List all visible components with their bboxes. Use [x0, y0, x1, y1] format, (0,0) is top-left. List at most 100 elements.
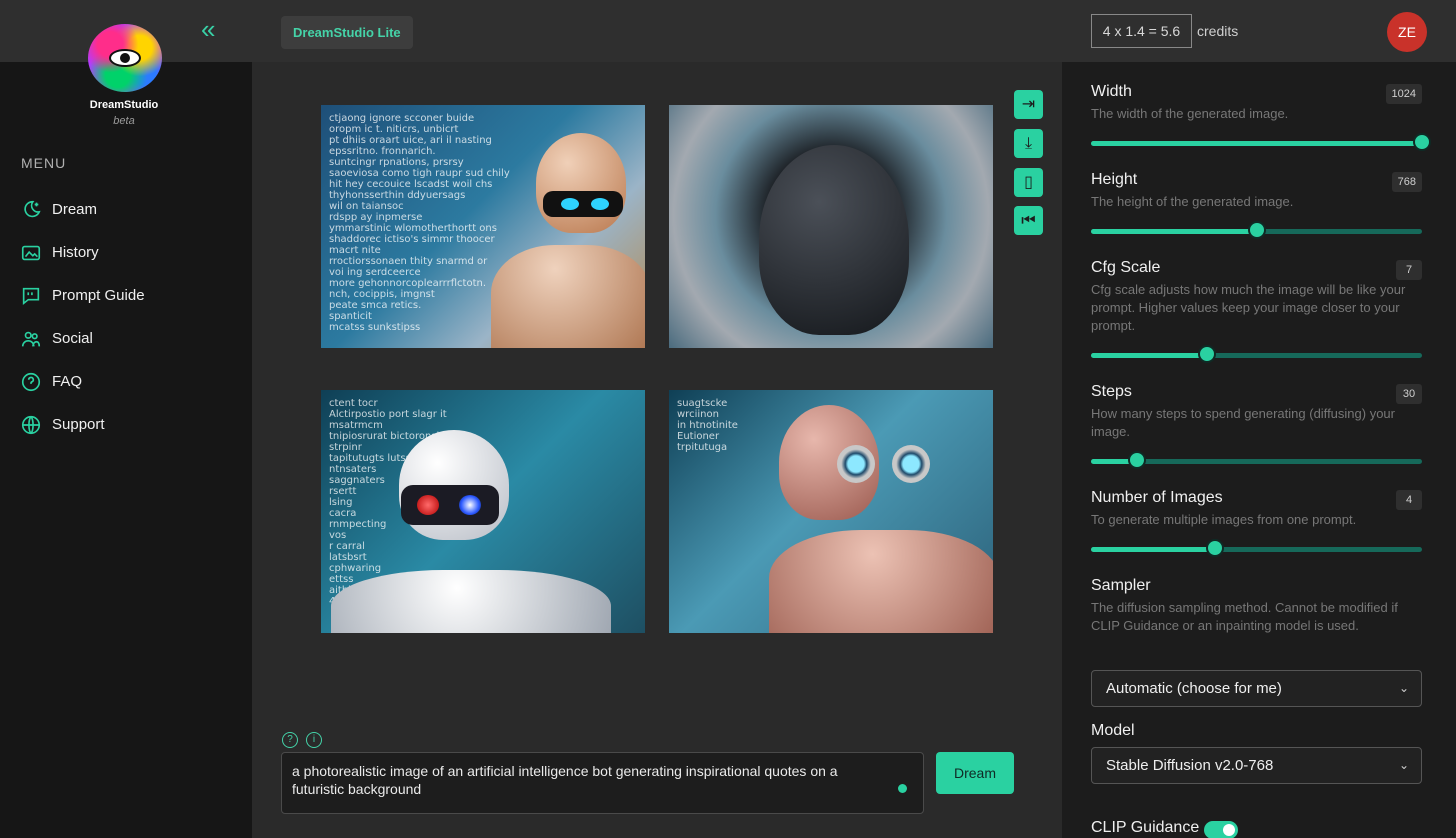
generated-image-2[interactable] [669, 105, 993, 348]
sidebar: DreamStudio beta « MENU Dream History Pr… [0, 0, 252, 838]
setting-desc: The diffusion sampling method. Cannot be… [1091, 600, 1398, 633]
setting-value: 768 [1391, 172, 1422, 192]
setting-label: Sampler [1091, 577, 1151, 594]
setting-number-of-images: Number of Images 4 To generate multiple … [1091, 489, 1422, 529]
setting-cfg-scale: Cfg Scale 7 Cfg scale adjusts how much t… [1091, 259, 1422, 335]
setting-value: 30 [1396, 384, 1422, 404]
download-button[interactable]: ⤓ [1014, 129, 1043, 158]
setting-model: Model [1091, 722, 1422, 740]
send-to-init-button[interactable]: ⇥ [1014, 90, 1043, 119]
slider-knob[interactable] [1197, 345, 1216, 363]
send-to-init-icon: ⇥ [1021, 96, 1036, 113]
chevron-down-icon: ⌄ [1398, 681, 1409, 695]
setting-sampler: Sampler The diffusion sampling method. C… [1091, 577, 1422, 635]
robot-visor [543, 191, 623, 217]
setting-desc: The width of the generated image. [1091, 106, 1289, 121]
chevron-down-icon: ⌄ [1398, 758, 1409, 772]
topbar [252, 0, 1456, 62]
setting-value: 4 [1396, 490, 1422, 510]
file-button[interactable]: ▯ [1014, 168, 1043, 197]
model-select[interactable]: Stable Diffusion v2.0-768 ⌄ [1091, 747, 1422, 784]
setting-label: Steps [1091, 383, 1132, 400]
credits-formula: 4 x 1.4 = 5.6 [1091, 14, 1192, 48]
slider-fill [1091, 141, 1422, 146]
slider-knob[interactable] [1247, 221, 1266, 239]
image-history-icon [21, 245, 41, 260]
prompt-input[interactable]: a photorealistic image of an artificial … [281, 752, 924, 814]
download-icon: ⤓ [1024, 135, 1033, 152]
slider-knob[interactable] [1413, 133, 1431, 151]
menu-item-label: FAQ [52, 373, 83, 390]
steps-slider[interactable] [1091, 451, 1422, 469]
clip-guidance-label: CLIP Guidance [1091, 819, 1200, 836]
setting-steps: Steps 30 How many steps to spend generat… [1091, 383, 1422, 441]
rewind-button[interactable]: ⏮ [1014, 206, 1043, 235]
setting-height: Height 768 The height of the generated i… [1091, 171, 1422, 211]
robot-eye [892, 445, 930, 483]
generated-image-3[interactable]: ctent tocr Alctirpostio port slagr it ms… [321, 390, 645, 633]
robot-head [536, 133, 626, 233]
menu-item-dream[interactable]: Dream [20, 188, 145, 231]
setting-label: Number of Images [1091, 489, 1223, 506]
prompt-help-icons: ? i [282, 732, 322, 748]
menu-item-social[interactable]: Social [20, 317, 145, 360]
robot-visor [401, 485, 499, 525]
robot-body [331, 570, 611, 633]
setting-desc: To generate multiple images from one pro… [1091, 512, 1357, 527]
menu: Dream History Prompt Guide Social FAQ Su… [20, 188, 145, 446]
number-of-images-slider[interactable] [1091, 539, 1422, 557]
sampler-selected: Automatic (choose for me) [1106, 680, 1282, 697]
dreamstudio-lite-button[interactable]: DreamStudio Lite [281, 16, 413, 49]
menu-item-label: Dream [52, 201, 98, 218]
setting-width: Width 1024 The width of the generated im… [1091, 83, 1422, 123]
menu-item-faq[interactable]: FAQ [20, 360, 145, 403]
generated-image-1[interactable]: ctjaong ignore scconer buide oropm ic t.… [321, 105, 645, 348]
robot-body [769, 530, 993, 633]
moon-sparkle-icon [24, 200, 41, 217]
menu-item-support[interactable]: Support [20, 403, 145, 446]
setting-label: Height [1091, 171, 1138, 188]
width-slider[interactable] [1091, 133, 1431, 151]
robot-eye [837, 445, 875, 483]
setting-label: Cfg Scale [1091, 259, 1161, 276]
avatar[interactable]: ZE [1387, 12, 1427, 52]
sampler-select[interactable]: Automatic (choose for me) ⌄ [1091, 670, 1422, 707]
eye-icon [109, 49, 141, 67]
clip-guidance-toggle[interactable] [1204, 821, 1238, 838]
brand-name: DreamStudio [89, 99, 159, 111]
question-icon[interactable]: ? [282, 732, 298, 748]
prompt-status-dot [898, 784, 907, 793]
menu-item-history[interactable]: History [20, 231, 145, 274]
robot-head [759, 145, 909, 335]
cfg-scale-slider[interactable] [1091, 345, 1422, 363]
slider-fill [1091, 229, 1257, 234]
globe-icon [21, 415, 41, 434]
users-icon [21, 331, 41, 346]
robot-eye [417, 495, 439, 515]
menu-item-label: Social [52, 330, 93, 347]
chat-quote-icon [22, 287, 40, 305]
menu-title: MENU [21, 155, 67, 171]
model-selected: Stable Diffusion v2.0-768 [1106, 757, 1274, 774]
robot-eye [459, 495, 481, 515]
menu-item-label: History [52, 244, 99, 261]
generated-image-4[interactable]: suagtscke wrciinon in htnotinite Eutione… [669, 390, 993, 633]
menu-item-label: Support [52, 416, 105, 433]
dream-button[interactable]: Dream [936, 752, 1014, 794]
setting-value: 7 [1396, 260, 1422, 280]
menu-item-prompt-guide[interactable]: Prompt Guide [20, 274, 145, 317]
menu-item-label: Prompt Guide [52, 287, 145, 304]
collapse-sidebar-icon[interactable]: « [201, 16, 225, 42]
dreamstudio-logo[interactable] [88, 24, 162, 92]
slider-knob[interactable] [1206, 539, 1225, 557]
info-icon[interactable]: i [306, 732, 322, 748]
file-icon: ▯ [1024, 174, 1033, 191]
robot-eye [591, 198, 609, 210]
setting-label: Width [1091, 83, 1132, 100]
setting-desc: How many steps to spend generating (diff… [1091, 406, 1395, 439]
slider-fill [1091, 547, 1216, 552]
robot-body [491, 245, 645, 348]
slider-fill [1091, 353, 1207, 358]
setting-label: Model [1091, 722, 1135, 739]
height-slider[interactable] [1091, 221, 1422, 239]
